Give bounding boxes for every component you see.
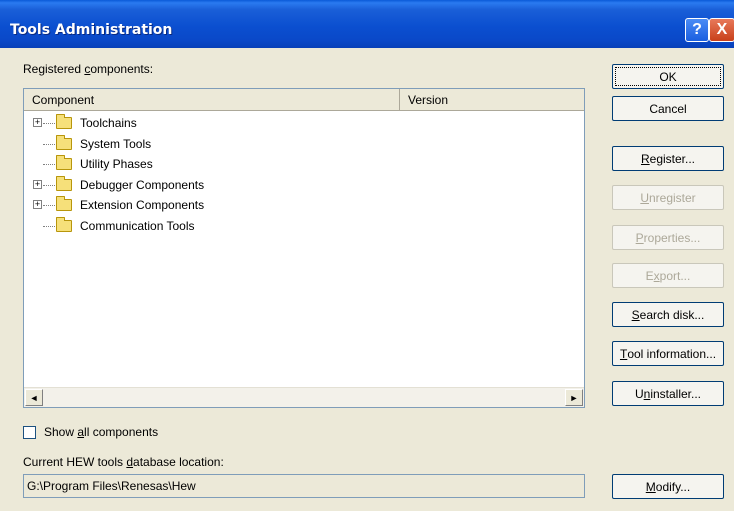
help-button[interactable]: ? xyxy=(685,18,709,42)
close-button[interactable]: X xyxy=(709,18,734,42)
tree-item-label: Toolchains xyxy=(80,116,137,130)
title-bar[interactable]: Tools Administration ? X xyxy=(0,0,734,48)
tree-item-label: System Tools xyxy=(80,136,152,151)
expand-icon[interactable]: + xyxy=(33,200,42,209)
expand-icon[interactable]: + xyxy=(33,118,42,127)
uninstaller-button[interactable]: Un installer... xyxy=(612,381,724,406)
folder-icon xyxy=(56,114,72,129)
component-tree: + Toolchains System Tools Utility Phases… xyxy=(24,113,584,236)
tree-item-toolchains[interactable]: + Toolchains xyxy=(24,113,584,134)
expand-icon[interactable]: + xyxy=(33,179,42,189)
scroll-right-icon[interactable]: ► xyxy=(565,389,583,406)
tree-connector xyxy=(43,205,55,206)
tree-item-label: Debugger Components xyxy=(80,177,205,192)
database-location-field[interactable]: G:\Program Files\Renesas\Hew xyxy=(23,474,585,498)
components-list[interactable]: Component Version + Toolchains System To… xyxy=(23,88,585,408)
tree-item-label: Communication Tools xyxy=(80,218,195,233)
register-button[interactable]: Register... xyxy=(612,146,724,171)
export-button[interactable]: Ex port... xyxy=(612,263,724,288)
column-header-version[interactable]: Version xyxy=(400,89,584,111)
unregister-button[interactable]: Unregister xyxy=(612,185,724,210)
tree-item-label: Extension Components xyxy=(80,198,205,212)
tree-connector xyxy=(43,123,55,124)
folder-icon xyxy=(56,196,72,211)
cancel-button[interactable]: Cancel xyxy=(612,96,724,121)
tree-item-extension-components[interactable]: + Extension Components xyxy=(24,195,584,216)
tree-item-system-tools[interactable]: System Tools xyxy=(24,134,584,155)
folder-icon xyxy=(56,134,72,150)
close-icon: X xyxy=(716,21,728,38)
help-icon: ? xyxy=(692,21,702,38)
tools-administration-dialog: Tools Administration ? X Registered comp… xyxy=(0,0,734,511)
tree-connector xyxy=(43,143,55,145)
horizontal-scrollbar[interactable]: ◄ ► xyxy=(24,387,584,407)
column-header-component[interactable]: Component xyxy=(24,89,400,111)
registered-components-label: Registered components: xyxy=(23,62,154,76)
tree-connector xyxy=(43,164,55,165)
show-all-components-checkbox[interactable] xyxy=(23,426,36,439)
tree-item-utility-phases[interactable]: Utility Phases xyxy=(24,154,584,175)
folder-icon xyxy=(56,216,72,232)
database-location-label: Current HEW tools database location: xyxy=(23,455,224,469)
ok-button[interactable]: OK xyxy=(612,64,724,89)
tree-item-debugger-components[interactable]: + Debugger Components xyxy=(24,175,584,196)
properties-button[interactable]: Properties... xyxy=(612,225,724,250)
tree-connector xyxy=(43,225,55,227)
show-all-components-label[interactable]: Show all components xyxy=(44,425,158,439)
tree-item-communication-tools[interactable]: Communication Tools xyxy=(24,216,584,237)
modify-button[interactable]: Modify... xyxy=(612,474,724,499)
search-disk-button[interactable]: Search disk... xyxy=(612,302,724,327)
tree-item-label: Utility Phases xyxy=(80,157,153,171)
window-title: Tools Administration xyxy=(10,22,173,38)
folder-icon xyxy=(56,175,72,191)
tool-information-button[interactable]: Tool information... xyxy=(612,341,724,366)
folder-icon xyxy=(56,155,72,170)
scroll-left-icon[interactable]: ◄ xyxy=(25,389,43,406)
list-header: Component Version xyxy=(24,89,584,111)
tree-connector xyxy=(43,184,55,186)
